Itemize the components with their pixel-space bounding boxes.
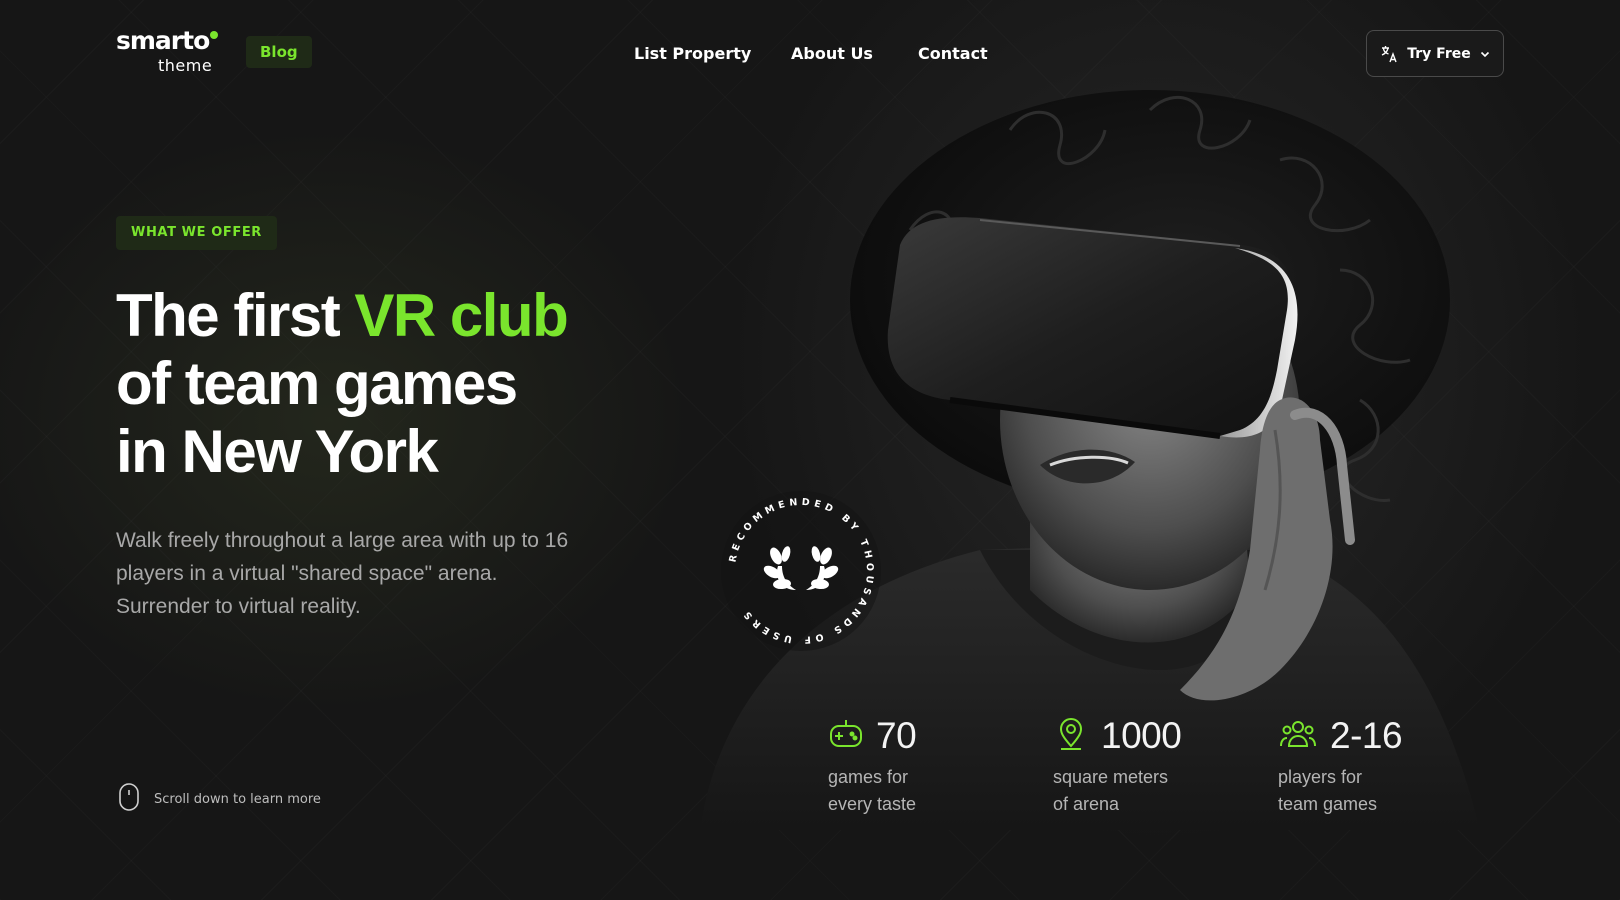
headline-line3: in New York — [116, 418, 439, 485]
users-icon — [1278, 716, 1318, 756]
scroll-hint[interactable]: Scroll down to learn more — [118, 782, 321, 816]
location-pin-icon — [1053, 716, 1089, 756]
logo-main-text: smarto — [116, 26, 210, 55]
headline-accent: VR club — [354, 282, 568, 349]
hero-description: Walk freely throughout a large area with… — [116, 529, 569, 618]
logo-dot — [210, 31, 218, 39]
try-free-label: Try Free — [1407, 45, 1471, 62]
stat-value-area: 1000 — [1101, 715, 1182, 756]
scroll-hint-text: Scroll down to learn more — [154, 791, 321, 807]
stat-players: 2-16 players for team games — [1278, 714, 1403, 818]
stat-label-area: square meters of arena — [1053, 767, 1169, 814]
headline-line2: of team games — [116, 350, 518, 417]
stat-label-players: players for team games — [1278, 767, 1378, 814]
chevron-down-icon — [1479, 48, 1491, 60]
headline-part1: The first — [116, 282, 355, 349]
logo-sub-text: theme — [158, 56, 213, 75]
gamepad-icon — [828, 716, 864, 756]
nav-item-about-us[interactable]: About Us — [791, 44, 873, 63]
stat-area: 1000 square meters of arena — [1053, 714, 1182, 818]
stat-games: 70 games for every taste — [828, 714, 917, 818]
mouse-icon — [118, 782, 140, 816]
stat-value-games: 70 — [876, 715, 917, 756]
nav-item-list-property[interactable]: List Property — [634, 44, 751, 63]
section-badge: WHAT WE OFFER — [116, 216, 277, 250]
recommended-badge: RECOMMENDED BY THOUSANDS OF USERS — [716, 486, 886, 656]
logo[interactable]: smarto theme — [116, 26, 226, 76]
stat-label-games: games for every taste — [828, 767, 917, 814]
blog-link[interactable]: Blog — [246, 36, 312, 68]
nav-item-contact[interactable]: Contact — [918, 44, 988, 63]
stat-value-players: 2-16 — [1330, 715, 1403, 756]
hero-headline: The first VR club of team games in New Y… — [116, 282, 636, 486]
translate-icon — [1379, 44, 1399, 64]
